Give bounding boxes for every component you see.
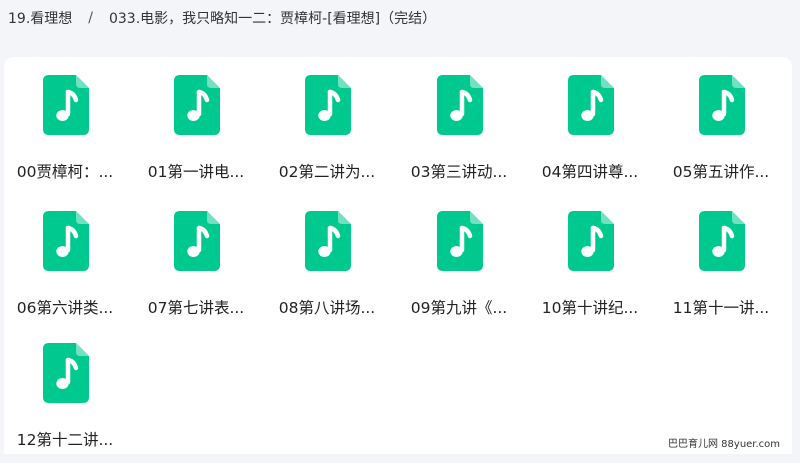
file-item[interactable]: 00贾樟柯：...: [4, 75, 126, 195]
audio-file-icon: [568, 75, 614, 135]
file-item[interactable]: 12第十二讲...: [4, 343, 126, 463]
audio-file-icon: [174, 75, 220, 135]
file-item[interactable]: 02第二讲为...: [266, 75, 388, 195]
file-item[interactable]: 06第六讲类...: [4, 211, 126, 331]
file-name: 01第一讲电...: [147, 163, 245, 181]
file-item[interactable]: 03第三讲动...: [398, 75, 520, 195]
file-item[interactable]: 04第四讲尊...: [529, 75, 651, 195]
file-list-panel: 00贾樟柯：... 01第一讲电... 02第二讲为... 03第三讲动... 04第四…: [4, 57, 792, 454]
breadcrumb: 19.看理想 / 033.电影，我只略知一二：贾樟柯-[看理想]（完结）: [8, 7, 436, 29]
file-item[interactable]: 05第五讲作...: [660, 75, 782, 195]
audio-file-icon: [437, 75, 483, 135]
file-name: 06第六讲类...: [16, 299, 114, 317]
file-name: 03第三讲动...: [410, 163, 508, 181]
file-item[interactable]: 07第七讲表...: [135, 211, 257, 331]
file-name: 05第五讲作...: [672, 163, 770, 181]
file-name: 08第八讲场...: [278, 299, 376, 317]
audio-file-icon: [699, 75, 745, 135]
audio-file-icon: [43, 75, 89, 135]
file-item[interactable]: 08第八讲场...: [266, 211, 388, 331]
file-name: 07第七讲表...: [147, 299, 245, 317]
breadcrumb-current: 033.电影，我只略知一二：贾樟柯-[看理想]（完结）: [108, 11, 437, 27]
breadcrumb-separator: /: [88, 10, 93, 26]
audio-file-icon: [43, 343, 89, 403]
file-name: 00贾樟柯：...: [16, 163, 114, 181]
audio-file-icon: [43, 211, 89, 271]
breadcrumb-parent-link[interactable]: 19.看理想: [8, 8, 72, 28]
file-name: 04第四讲尊...: [541, 163, 639, 181]
file-item[interactable]: 09第九讲《...: [398, 211, 520, 331]
file-name: 11第十一讲...: [672, 299, 770, 317]
file-name: 02第二讲为...: [278, 163, 376, 181]
audio-file-icon: [174, 211, 220, 271]
audio-file-icon: [305, 75, 351, 135]
audio-file-icon: [437, 211, 483, 271]
file-item[interactable]: 11第十一讲...: [660, 211, 782, 331]
file-name: 10第十讲纪...: [541, 299, 639, 317]
file-name: 09第九讲《...: [410, 299, 508, 317]
file-item[interactable]: 01第一讲电...: [135, 75, 257, 195]
audio-file-icon: [305, 211, 351, 271]
audio-file-icon: [568, 211, 614, 271]
watermark-text: 巴巴育儿网 88yuer.com: [668, 439, 781, 450]
file-name: 12第十二讲...: [16, 431, 114, 449]
file-item[interactable]: 10第十讲纪...: [529, 211, 651, 331]
audio-file-icon: [699, 211, 745, 271]
